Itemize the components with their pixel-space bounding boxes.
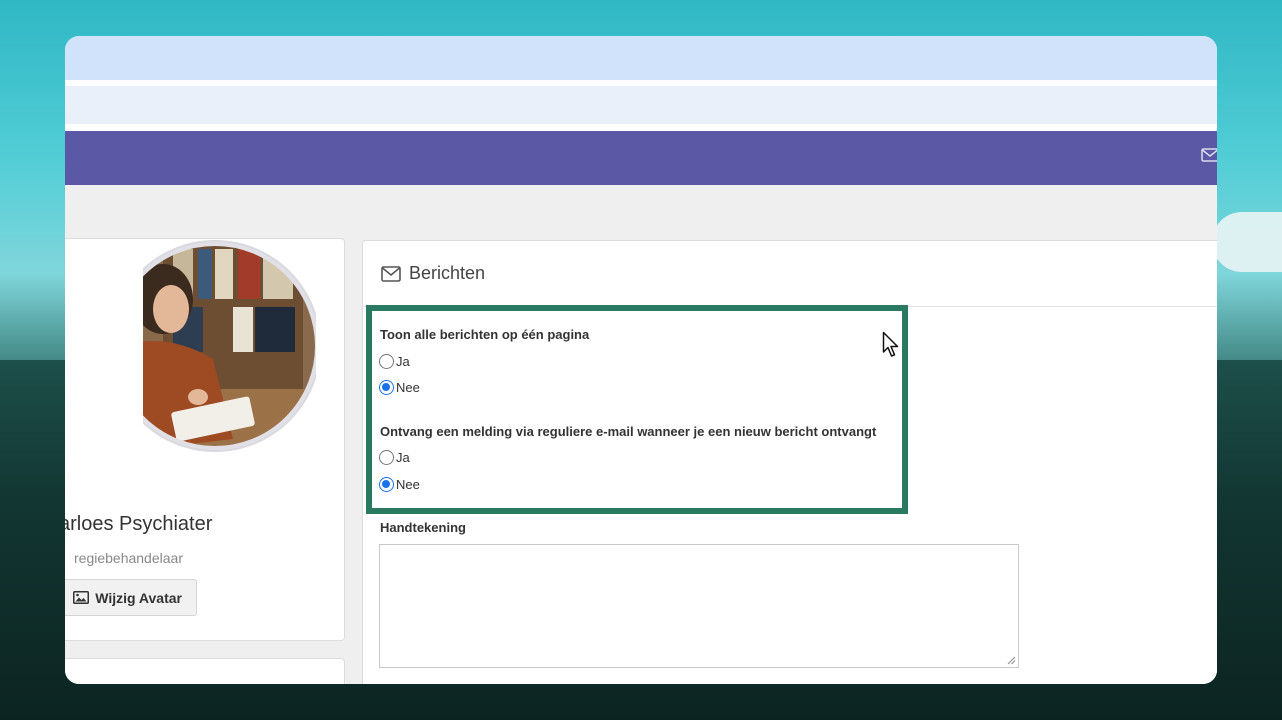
radio-label-nee: Nee bbox=[396, 477, 420, 492]
top-navbar bbox=[65, 131, 1217, 185]
setting-one-label: Toon alle berichten op één pagina bbox=[380, 327, 590, 342]
radio-ja[interactable] bbox=[379, 354, 394, 369]
resize-grip-icon[interactable] bbox=[1007, 656, 1016, 665]
browser-tab-strip bbox=[65, 36, 1217, 80]
messages-card: Berichten Toon alle berichten op één pag… bbox=[362, 240, 1217, 684]
radio-label-nee: Nee bbox=[396, 380, 420, 395]
profile-role: regiebehandelaar bbox=[74, 550, 183, 566]
signature-textarea[interactable] bbox=[379, 544, 1019, 668]
change-avatar-button[interactable]: Wijzig Avatar bbox=[65, 579, 197, 616]
secondary-card bbox=[65, 658, 345, 684]
messages-title: Berichten bbox=[409, 263, 486, 283]
address-bar[interactable] bbox=[65, 86, 1217, 124]
image-icon bbox=[73, 591, 90, 604]
profile-name: arloes Psychiater bbox=[65, 513, 213, 535]
radio-nee[interactable] bbox=[379, 380, 394, 395]
messages-card-header: Berichten bbox=[363, 241, 1217, 307]
browser-separator-2 bbox=[65, 124, 1217, 131]
change-avatar-label: Wijzig Avatar bbox=[95, 589, 182, 606]
setting-two-option-nee[interactable]: Nee bbox=[379, 477, 420, 492]
signature-label: Handtekening bbox=[380, 520, 466, 535]
browser-window: arloes Psychiater regiebehandelaar Wijzi… bbox=[65, 36, 1217, 684]
setting-one-option-nee[interactable]: Nee bbox=[379, 380, 420, 395]
setting-two-option-ja[interactable]: Ja bbox=[379, 450, 410, 465]
mouse-cursor-icon bbox=[882, 331, 899, 357]
envelope-icon[interactable] bbox=[1201, 148, 1217, 162]
envelope-icon bbox=[381, 265, 401, 282]
radio-label-ja: Ja bbox=[396, 354, 410, 369]
radio-ja[interactable] bbox=[379, 450, 394, 465]
radio-nee[interactable] bbox=[379, 477, 394, 492]
profile-card: arloes Psychiater regiebehandelaar Wijzi… bbox=[65, 238, 345, 641]
page-content: arloes Psychiater regiebehandelaar Wijzi… bbox=[65, 185, 1217, 684]
avatar bbox=[109, 239, 321, 453]
radio-label-ja: Ja bbox=[396, 450, 410, 465]
setting-two-label: Ontvang een melding via reguliere e-mail… bbox=[380, 424, 877, 439]
background-cloud bbox=[1212, 212, 1282, 272]
setting-one-option-ja[interactable]: Ja bbox=[379, 354, 410, 369]
